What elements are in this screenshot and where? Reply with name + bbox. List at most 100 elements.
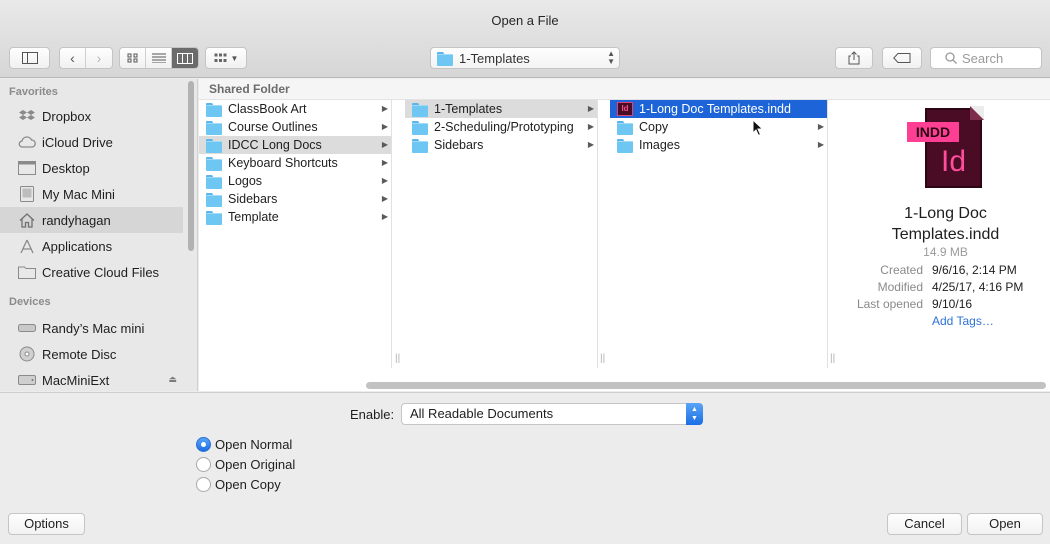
- disclosure-arrow-icon: ▶: [381, 104, 388, 113]
- add-tags-link[interactable]: Add Tags…: [932, 314, 994, 328]
- sidebar-item-label: Remote Disc: [42, 346, 117, 362]
- disclosure-arrow-icon: ▶: [381, 176, 388, 185]
- popup-arrows-icon: ▲ ▼: [607, 49, 615, 66]
- disclosure-arrow-icon: ▶: [817, 140, 824, 149]
- sidebar-item-remote-disc[interactable]: Remote Disc: [0, 341, 183, 367]
- column-resize-handle[interactable]: ||: [830, 353, 835, 364]
- sidebar-item-desktop[interactable]: Desktop: [0, 155, 183, 181]
- browser-column-2: 1-Templates ▶ 2-Scheduling/Prototyping ▶ S…: [405, 100, 605, 368]
- sidebar-item-applications[interactable]: Applications: [0, 233, 183, 259]
- horizontal-scrollbar[interactable]: [366, 382, 1046, 389]
- item-label: Template: [228, 210, 279, 224]
- path-popup[interactable]: 1-Templates ▲ ▼: [430, 47, 620, 69]
- options-button[interactable]: Options: [8, 513, 85, 535]
- meta-key: Modified: [877, 280, 923, 294]
- window-title: Open a File: [491, 13, 559, 28]
- radio-label: Open Copy: [215, 476, 281, 492]
- arrange-button[interactable]: ▼: [205, 47, 247, 69]
- disclosure-arrow-icon: ▶: [817, 122, 824, 131]
- list-item-selected-file[interactable]: Id 1-Long Doc Templates.indd: [610, 100, 827, 118]
- eject-icon[interactable]: ⏏: [168, 374, 177, 385]
- drive-icon: [17, 372, 36, 388]
- folder-icon: [206, 156, 222, 171]
- sidebar-item-my-mac-mini[interactable]: My Mac Mini: [0, 181, 183, 207]
- item-label: 1-Long Doc Templates.indd: [639, 102, 791, 116]
- sidebar-toggle-button[interactable]: [9, 47, 50, 69]
- folder-icon: [412, 138, 428, 153]
- devices-header: Devices: [9, 296, 51, 308]
- disclosure-arrow-icon: ▶: [381, 140, 388, 149]
- sidebar-item-macminiext[interactable]: MacMiniExt ⏏: [0, 367, 183, 391]
- search-icon: [945, 52, 957, 64]
- preview-name-line1: 1-Long Doc: [904, 205, 987, 222]
- cancel-button[interactable]: Cancel: [887, 513, 962, 535]
- item-label: IDCC Long Docs: [228, 138, 322, 152]
- indesign-document-icon: INDD Id: [907, 106, 984, 188]
- item-label: 1-Templates: [434, 102, 503, 116]
- sidebar-item-dropbox[interactable]: Dropbox: [0, 103, 183, 129]
- enable-label: Enable:: [350, 407, 395, 422]
- radio-button[interactable]: [196, 456, 211, 472]
- list-item[interactable]: ClassBook Art ▶: [199, 100, 391, 118]
- item-label: Sidebars: [434, 138, 484, 152]
- item-label: Copy: [639, 120, 669, 134]
- sidebar-item-label: iCloud Drive: [42, 134, 113, 150]
- sidebar-item-randyhagan[interactable]: randyhagan: [0, 207, 183, 233]
- list-item[interactable]: Sidebars ▶: [405, 136, 597, 154]
- share-icon: [848, 51, 860, 65]
- sidebar-item-icloud-drive[interactable]: iCloud Drive: [0, 129, 183, 155]
- enable-popup[interactable]: All Readable Documents ▲ ▼: [401, 403, 703, 425]
- sidebar-item-label: Randy’s Mac mini: [42, 320, 145, 336]
- preview-created-row: Created 9/6/16, 2:14 PM: [841, 263, 1050, 277]
- search-field[interactable]: Search: [930, 47, 1042, 69]
- share-button[interactable]: [835, 47, 873, 69]
- list-item[interactable]: Keyboard Shortcuts ▶: [199, 154, 391, 172]
- list-item[interactable]: Copy ▶: [610, 118, 827, 136]
- sidebar-item-label: Dropbox: [42, 108, 92, 124]
- open-button[interactable]: Open: [967, 513, 1043, 535]
- back-button[interactable]: ‹: [60, 48, 86, 68]
- folder-icon: [437, 51, 453, 66]
- disclosure-arrow-icon: ▶: [587, 140, 594, 149]
- list-item[interactable]: Logos ▶: [199, 172, 391, 190]
- file-preview: INDD Id 1-Long Doc Templates.indd 14.9 M…: [841, 100, 1050, 368]
- radio-button-checked[interactable]: [196, 436, 211, 452]
- column-view-button[interactable]: [172, 48, 198, 68]
- folder-icon: [206, 210, 222, 225]
- radio-open-original[interactable]: Open Original: [196, 455, 295, 473]
- sidebar-item-label: randyhagan: [42, 212, 111, 228]
- radio-button[interactable]: [196, 476, 211, 492]
- item-label: Sidebars: [228, 192, 278, 206]
- list-view-button[interactable]: [146, 48, 172, 68]
- list-item[interactable]: 2-Scheduling/Prototyping ▶: [405, 118, 597, 136]
- list-item[interactable]: Sidebars ▶: [199, 190, 391, 208]
- sidebar-item-randys-mac-mini[interactable]: Randy’s Mac mini: [0, 315, 183, 341]
- icon-view-button[interactable]: [120, 48, 146, 68]
- radio-open-copy[interactable]: Open Copy: [196, 475, 281, 493]
- meta-value: 9/10/16: [932, 297, 973, 311]
- grid-icon: [127, 53, 137, 63]
- sidebar-item-creative-cloud-files[interactable]: Creative Cloud Files: [0, 259, 183, 285]
- list-item[interactable]: Template ▶: [199, 208, 391, 226]
- folder-icon: [206, 192, 222, 207]
- disclosure-arrow-icon: ▶: [381, 122, 388, 131]
- cloud-icon: [17, 134, 36, 150]
- desktop-icon: [17, 160, 36, 176]
- list-item[interactable]: Course Outlines ▶: [199, 118, 391, 136]
- back-forward-control: ‹ ›: [59, 47, 113, 69]
- list-item[interactable]: Images ▶: [610, 136, 827, 154]
- browser-column-3: Id 1-Long Doc Templates.indd Copy ▶ Images…: [610, 100, 835, 368]
- sidebar-item-label: MacMiniExt: [42, 372, 110, 388]
- column-resize-handle[interactable]: ||: [600, 353, 605, 364]
- folder-icon: [206, 174, 222, 189]
- forward-button[interactable]: ›: [86, 48, 112, 68]
- list-item[interactable]: 1-Templates ▶: [405, 100, 597, 118]
- chevron-left-icon: ‹: [70, 50, 75, 66]
- preview-modified-row: Modified 4/25/17, 4:16 PM: [841, 280, 1050, 294]
- sidebar-scrollbar[interactable]: [188, 81, 194, 251]
- list-item[interactable]: IDCC Long Docs ▶: [199, 136, 391, 154]
- tags-button[interactable]: [882, 47, 922, 69]
- column-resize-handle[interactable]: ||: [395, 353, 400, 364]
- sidebar: Favorites Dropbox iCloud Drive Desktop M…: [0, 79, 198, 391]
- radio-open-normal[interactable]: Open Normal: [196, 435, 292, 453]
